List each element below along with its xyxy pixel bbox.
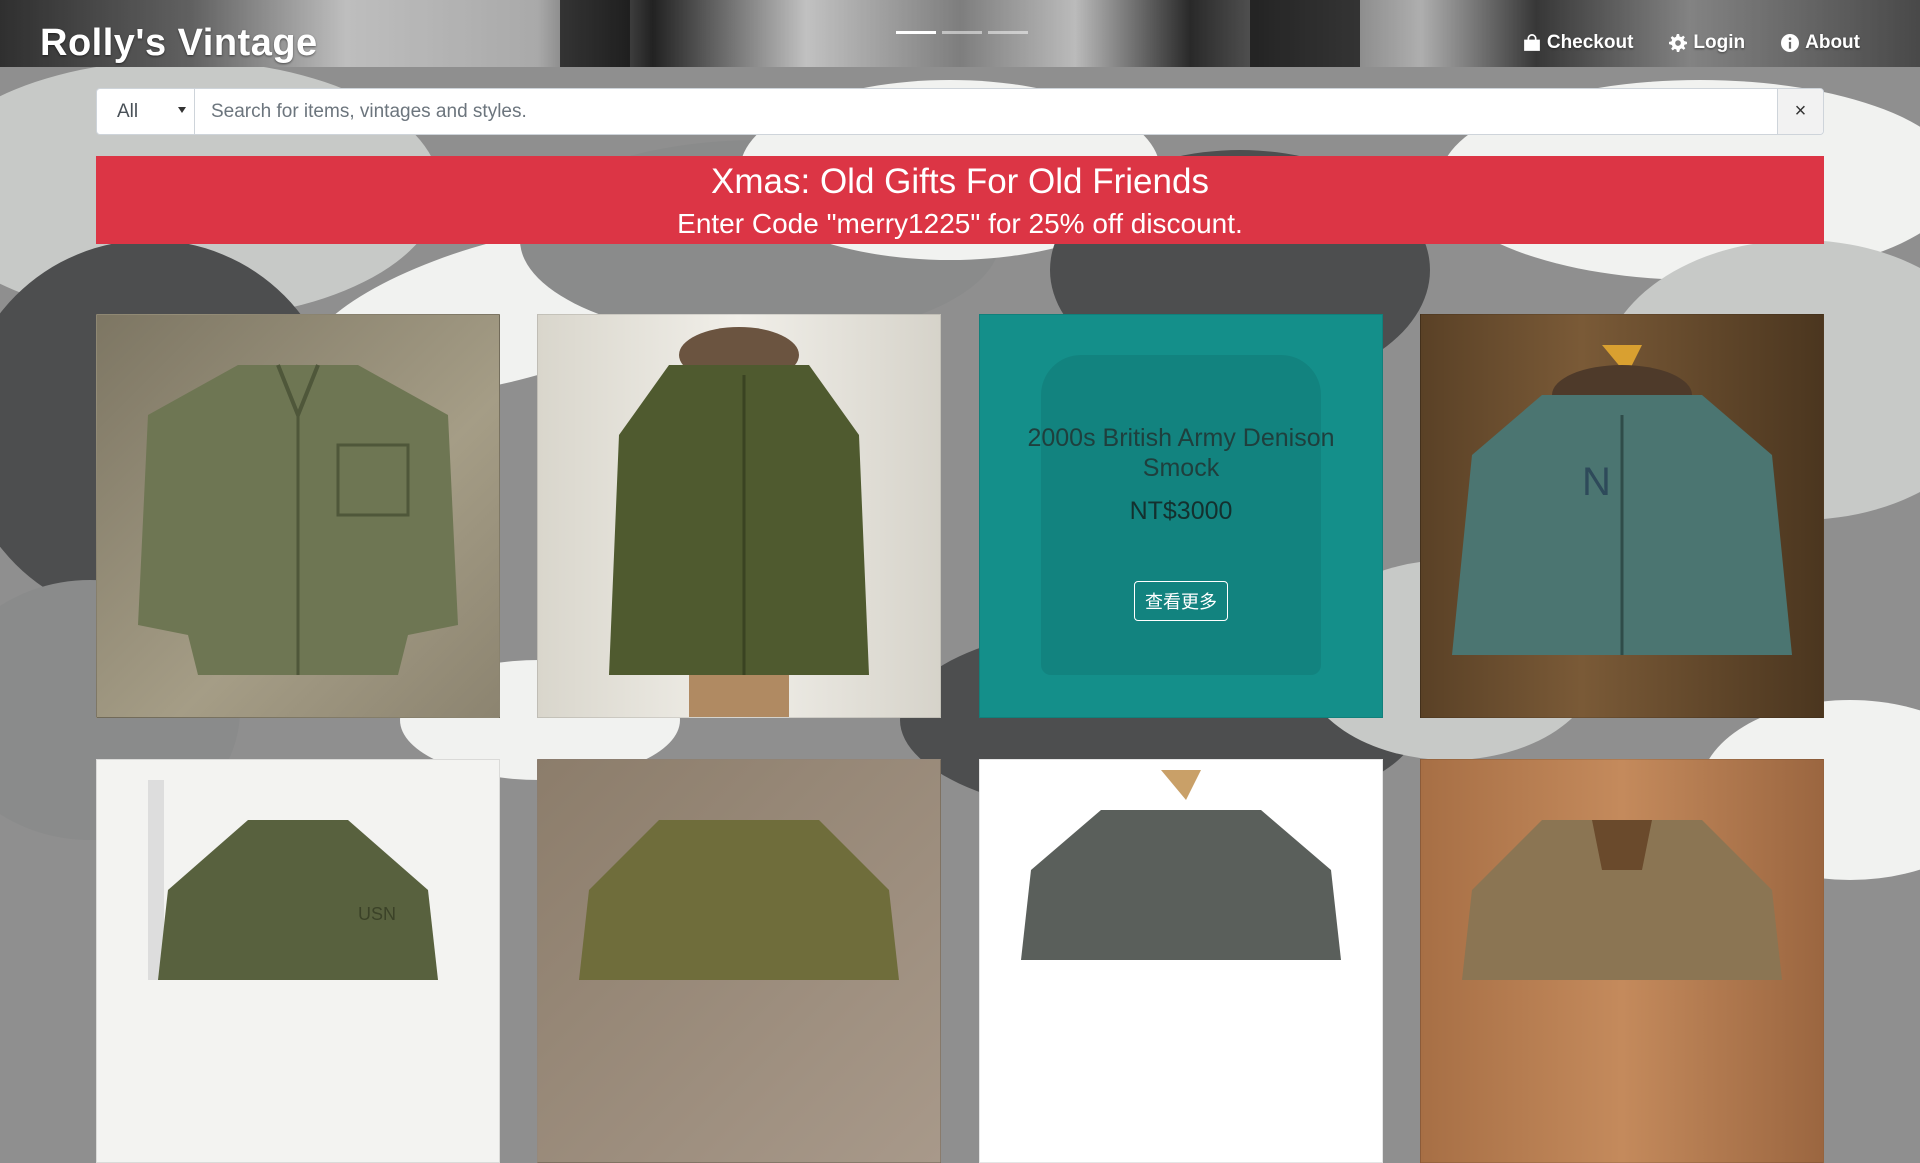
jacket-image — [1462, 820, 1782, 980]
product-card[interactable] — [979, 759, 1383, 1163]
nav-login[interactable]: Login — [1669, 32, 1745, 54]
jacket-image — [1021, 770, 1341, 960]
jacket-image — [609, 327, 869, 717]
shopping-bag-icon — [1523, 34, 1540, 51]
product-card[interactable]: USN — [96, 759, 500, 1163]
nav-about-label: About — [1805, 32, 1860, 53]
promo-banner: Xmas: Old Gifts For Old Friends Enter Co… — [96, 156, 1824, 244]
search-input[interactable]: Search for items, vintages and styles. — [195, 89, 1777, 134]
product-card[interactable] — [1420, 759, 1824, 1163]
jacket-image — [138, 364, 458, 675]
clear-search-button[interactable]: × — [1777, 89, 1823, 134]
product-card[interactable] — [537, 314, 941, 718]
product-price: NT$3000 — [1129, 497, 1233, 525]
carousel-indicator[interactable] — [896, 31, 936, 34]
gear-icon — [1669, 34, 1688, 52]
nav-checkout[interactable]: Checkout — [1523, 32, 1634, 54]
product-card-hover[interactable]: 2000s British Army Denison Smock NT$3000… — [979, 314, 1383, 718]
product-card[interactable]: N — [1420, 314, 1824, 718]
promo-headline: Xmas: Old Gifts For Old Friends — [711, 162, 1209, 201]
svg-text:N: N — [1582, 460, 1611, 504]
jacket-image: N — [1452, 345, 1792, 655]
chevron-down-icon — [178, 107, 186, 113]
header-banner: Rolly's Vintage Checkout Login About — [0, 0, 1920, 67]
info-icon — [1781, 34, 1800, 52]
view-more-button[interactable]: 查看更多 — [1134, 581, 1228, 621]
product-title: 2000s British Army Denison Smock — [1027, 424, 1335, 482]
top-nav: Checkout Login About — [1523, 32, 1860, 54]
product-card[interactable] — [96, 314, 500, 718]
nav-checkout-label: Checkout — [1546, 32, 1634, 53]
brand-logo[interactable]: Rolly's Vintage — [40, 22, 318, 65]
nav-login-label: Login — [1693, 32, 1746, 53]
promo-subline: Enter Code "merry1225" for 25% off disco… — [677, 208, 1243, 239]
jacket-image — [579, 820, 899, 980]
jacket-image: USN — [148, 780, 438, 980]
carousel-indicator[interactable] — [942, 31, 982, 34]
category-select[interactable]: All — [97, 89, 195, 134]
product-card[interactable] — [537, 759, 941, 1163]
category-select-value: All — [117, 100, 139, 122]
carousel-indicator[interactable] — [988, 31, 1028, 34]
nav-about[interactable]: About — [1781, 32, 1860, 54]
search-bar: All Search for items, vintages and style… — [96, 88, 1824, 135]
svg-text:USN: USN — [358, 904, 396, 924]
carousel-indicators — [896, 31, 1028, 34]
